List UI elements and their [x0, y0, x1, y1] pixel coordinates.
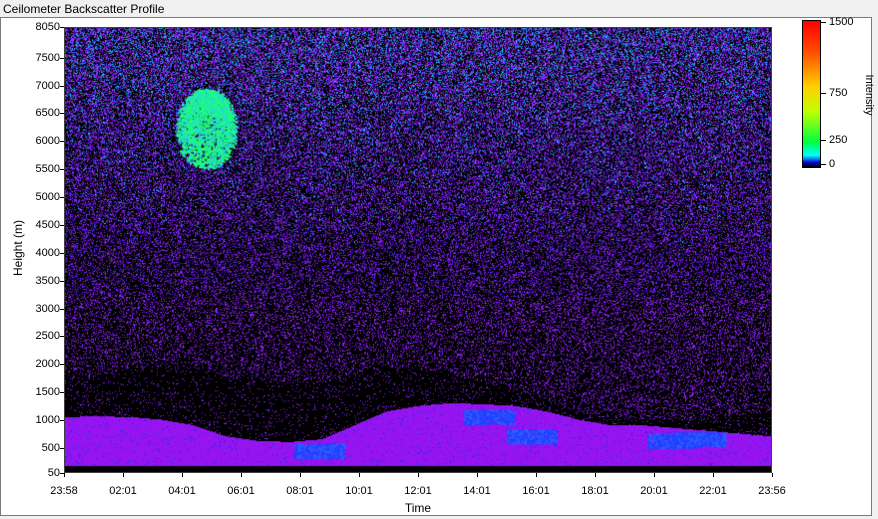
y-tick-label: 7500	[35, 51, 60, 64]
x-tick-mark	[772, 473, 773, 477]
y-tick-label: 2500	[35, 330, 60, 343]
x-tick-label: 08:01	[286, 485, 314, 497]
y-tick-mark	[60, 252, 64, 254]
y-tick-mark	[60, 85, 64, 87]
y-tick-label: 6000	[35, 135, 60, 148]
y-axis-label: Height (m)	[11, 219, 25, 277]
colorbar-tick-label: 0	[829, 158, 836, 170]
colorbar-tick-mark	[821, 164, 826, 165]
x-tick-mark	[300, 473, 301, 477]
y-tick-mark	[60, 113, 64, 115]
x-tick-mark	[241, 473, 242, 477]
colorbar-tick-label: 250	[829, 134, 848, 147]
plot-area[interactable]	[64, 27, 772, 473]
x-tick-mark	[477, 473, 478, 477]
colorbar-tick-label: 750	[829, 87, 848, 99]
y-tick-label: 5500	[35, 163, 60, 176]
chart-title: Ceilometer Backscatter Profile	[3, 2, 165, 16]
x-tick-mark	[123, 473, 124, 477]
y-tick-label: 4500	[35, 218, 60, 231]
y-tick-mark	[60, 308, 64, 310]
colorbar-tick-mark	[821, 22, 826, 23]
x-tick-mark	[182, 473, 183, 477]
y-tick-mark	[60, 224, 64, 226]
x-tick-label: 16:01	[522, 485, 550, 497]
y-tick-mark	[60, 141, 64, 143]
y-tick-mark	[60, 336, 64, 338]
y-tick-label: 5000	[35, 191, 60, 204]
colorbar-tick-mark	[821, 93, 826, 94]
x-tick-label: 22:01	[699, 485, 727, 497]
x-tick-mark	[536, 473, 537, 477]
x-tick-label: 23:58	[50, 485, 78, 497]
x-tick-label: 14:01	[463, 485, 491, 497]
x-tick-label: 18:01	[581, 485, 609, 497]
y-tick-mark	[60, 57, 64, 59]
y-tick-mark	[60, 447, 64, 449]
y-tick-label: 500	[41, 441, 60, 454]
x-tick-mark	[595, 473, 596, 477]
x-tick-mark	[654, 473, 655, 477]
x-tick-label: 20:01	[640, 485, 668, 497]
y-tick-label: 50	[47, 467, 60, 479]
y-tick-label: 3500	[35, 274, 60, 287]
colorbar-tick-label: 1500	[829, 16, 854, 28]
y-tick-mark	[60, 420, 64, 422]
y-tick-label: 6500	[35, 107, 60, 120]
colorbar-label: Intensity	[863, 74, 875, 116]
y-tick-mark	[60, 280, 64, 282]
x-tick-label: 02:01	[109, 485, 137, 497]
backscatter-heatmap[interactable]	[65, 28, 771, 472]
intensity-colorbar[interactable]	[802, 20, 821, 168]
y-tick-label: 1500	[35, 386, 60, 399]
x-tick-label: 12:01	[404, 485, 432, 497]
y-tick-label: 3000	[35, 302, 60, 315]
y-tick-label: 8050	[35, 21, 60, 33]
y-tick-mark	[60, 364, 64, 366]
x-tick-mark	[418, 473, 419, 477]
x-tick-mark	[713, 473, 714, 477]
x-tick-label: 06:01	[227, 485, 255, 497]
y-tick-mark	[60, 197, 64, 199]
y-tick-mark	[60, 392, 64, 394]
x-tick-mark	[64, 473, 65, 477]
y-tick-label: 2000	[35, 358, 60, 371]
x-tick-label: 10:01	[345, 485, 373, 497]
y-tick-mark	[60, 169, 64, 171]
x-axis-label: Time	[404, 501, 432, 515]
colorbar-tick-mark	[821, 140, 826, 142]
y-tick-label: 4000	[35, 246, 60, 259]
x-tick-mark	[359, 473, 360, 477]
x-tick-label: 04:01	[168, 485, 196, 497]
y-tick-label: 7000	[35, 79, 60, 92]
x-tick-label: 23:56	[758, 485, 786, 497]
y-tick-label: 1000	[35, 414, 60, 427]
y-tick-mark	[60, 27, 64, 28]
